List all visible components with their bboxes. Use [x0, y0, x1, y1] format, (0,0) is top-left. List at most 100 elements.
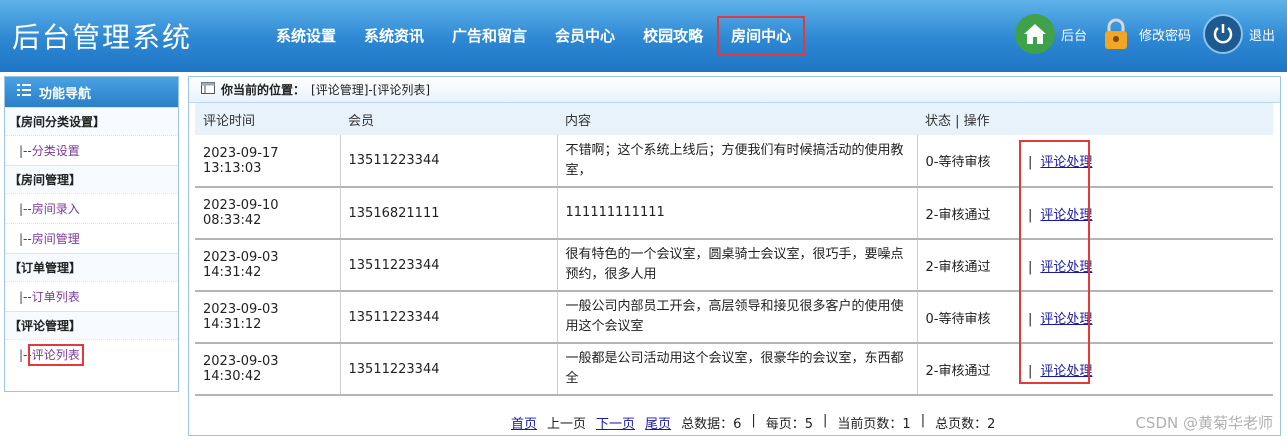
header-content: 内容 — [557, 103, 917, 135]
separator: | — [1028, 311, 1033, 327]
logout-label: 退出 — [1248, 28, 1275, 44]
top-nav: 系统设置 系统资讯 广告和留言 会员中心 校园攻略 房间中心 — [262, 16, 806, 56]
sidebar-item-label[interactable]: 分类设置 — [32, 144, 80, 158]
nav-system-settings[interactable]: 系统设置 — [262, 16, 350, 56]
comment-time: 2023-09-03 14:30:42 — [195, 343, 340, 396]
sidebar-item-comment-list[interactable]: |--评论列表 — [5, 339, 178, 369]
group-title-comment-management: 【评论管理】 — [5, 311, 178, 339]
home-button[interactable]: 后台 — [1014, 14, 1087, 54]
header-bar: 后台管理系统 系统设置 系统资讯 广告和留言 会员中心 校园攻略 房间中心 后台… — [0, 0, 1287, 72]
comment-date: 2023-09-17 — [203, 145, 279, 161]
comment-clock: 08:33:42 — [203, 213, 262, 228]
last-page-link[interactable]: 尾页 — [645, 413, 671, 432]
separator: | — [1028, 155, 1033, 170]
lock-icon — [1099, 14, 1133, 54]
table-header-row: 评论时间 会员 内容 状态 | 操作 — [195, 103, 1273, 135]
per-page: 每页：5 — [765, 417, 814, 432]
group-title-order-management: 【订单管理】 — [5, 253, 178, 281]
home-icon — [1014, 14, 1055, 54]
total-pages: 总页数：2 — [935, 417, 996, 432]
action-cell: | 评论处理 — [1012, 187, 1273, 240]
sidebar-item-room-entry[interactable]: |--房间录入 — [5, 193, 178, 223]
prev-page-text: 上一页 — [547, 417, 587, 432]
comment-time: 2023-09-10 08:33:42 — [195, 187, 340, 240]
comment-content: 111111111111 — [556, 187, 917, 240]
header-comment-time: 评论时间 — [195, 103, 340, 135]
header-member: 会员 — [340, 103, 557, 135]
comment-date: 2023-09-10 — [203, 198, 279, 213]
header-tools: 后台 修改密码 退出 — [1014, 14, 1275, 54]
status-cell: 0-等待审核 — [916, 291, 1012, 344]
sidebar-header: 功能导航 — [5, 77, 178, 107]
status-cell: 2-审核通过 — [916, 187, 1012, 240]
member-phone: 13511223344 — [339, 291, 557, 344]
sidebar: 功能导航 【房间分类设置】 |--分类设置 【房间管理】 |--房间录入 |--… — [4, 76, 179, 392]
comment-clock: 14:31:42 — [203, 265, 262, 280]
comment-time: 2023-09-03 14:31:12 — [195, 291, 340, 344]
status-cell: 0-等待审核 — [916, 135, 1012, 188]
breadcrumb-label: 你当前的位置： — [221, 83, 306, 97]
sidebar-item-label[interactable]: 评论列表 — [27, 344, 84, 366]
main-panel: 你当前的位置： [评论管理]-[评论列表] 评论时间 会员 内容 状态 | 操作… — [188, 76, 1281, 436]
separator: | — [1028, 259, 1033, 275]
action-cell: | 评论处理 — [1012, 135, 1273, 188]
member-phone: 13511223344 — [339, 343, 557, 396]
status-cell: 2-审核通过 — [916, 343, 1012, 396]
sidebar-item-prefix: |-- — [19, 290, 32, 304]
header-status-action: 状态 | 操作 — [917, 103, 1273, 135]
nav-member-center[interactable]: 会员中心 — [541, 16, 629, 56]
nav-ads-messages[interactable]: 广告和留言 — [438, 16, 541, 56]
comment-table: 评论时间 会员 内容 状态 | 操作 2023-09-17 13:13:03 13… — [195, 103, 1273, 396]
sidebar-item-label[interactable]: 房间录入 — [32, 202, 80, 216]
sidebar-item-label[interactable]: 房间管理 — [32, 232, 80, 246]
watermark: CSDN @黄菊华老师 — [1135, 414, 1273, 432]
action-cell: | 评论处理 — [1012, 343, 1273, 396]
next-page-link[interactable]: 下一页 — [596, 413, 635, 432]
comment-time: 2023-09-03 14:31:42 — [195, 239, 340, 292]
comment-content: 不错啊；这个系统上线后；方便我们有时候搞活动的使用教室， — [556, 135, 917, 188]
pager-divider: | — [823, 413, 828, 428]
comment-clock: 14:30:42 — [203, 369, 262, 384]
app-title: 后台管理系统 — [12, 21, 193, 54]
sidebar-item-room-manage[interactable]: |--房间管理 — [5, 223, 178, 253]
process-comment-link[interactable]: 评论处理 — [1040, 260, 1092, 275]
member-phone: 13511223344 — [339, 135, 557, 188]
status-cell: 2-审核通过 — [916, 239, 1012, 292]
home-label: 后台 — [1060, 28, 1087, 44]
pager-divider: | — [920, 413, 926, 428]
change-password-button[interactable]: 修改密码 — [1099, 14, 1191, 54]
first-page-link[interactable]: 首页 — [511, 413, 537, 432]
process-comment-link[interactable]: 评论处理 — [1040, 312, 1092, 327]
group-title-room-management: 【房间管理】 — [5, 165, 178, 193]
sidebar-item-prefix: |-- — [19, 232, 32, 246]
comment-date: 2023-09-03 — [203, 302, 279, 317]
table-row: 2023-09-03 14:31:42 13511223344 很有特色的一个会议… — [195, 239, 1273, 292]
process-comment-link[interactable]: 评论处理 — [1040, 364, 1092, 379]
comment-time: 2023-09-17 13:13:03 — [195, 135, 340, 188]
comment-clock: 14:31:12 — [203, 317, 262, 332]
sidebar-item-label[interactable]: 订单列表 — [32, 290, 80, 304]
nav-system-news[interactable]: 系统资讯 — [350, 16, 438, 56]
nav-room-center[interactable]: 房间中心 — [717, 16, 806, 56]
sidebar-item-category-settings[interactable]: |--分类设置 — [5, 135, 178, 165]
window-icon — [201, 82, 215, 97]
process-comment-link[interactable]: 评论处理 — [1040, 155, 1092, 170]
logout-button[interactable]: 退出 — [1202, 14, 1275, 54]
group-title-room-category: 【房间分类设置】 — [5, 107, 178, 135]
power-icon — [1202, 14, 1243, 54]
table-row: 2023-09-03 14:31:12 13511223344 一般公司内部员工开… — [195, 291, 1273, 344]
pager-divider: | — [751, 413, 756, 428]
process-comment-link[interactable]: 评论处理 — [1040, 208, 1092, 223]
separator: | — [1028, 363, 1033, 379]
nav-campus-guide[interactable]: 校园攻略 — [629, 16, 717, 56]
comment-clock: 13:13:03 — [203, 160, 262, 176]
member-phone: 13511223344 — [339, 239, 557, 292]
sidebar-item-order-list[interactable]: |--订单列表 — [5, 281, 178, 311]
separator: | — [1028, 207, 1033, 223]
action-cell: | 评论处理 — [1012, 239, 1273, 292]
comment-content: 一般公司内部员工开会，高层领导和接见很多客户的使用使用这个会议室 — [556, 291, 917, 344]
change-password-label: 修改密码 — [1138, 28, 1191, 44]
table-row: 2023-09-03 14:30:42 13511223344 一般都是公司活动用… — [195, 343, 1273, 396]
breadcrumb: 你当前的位置： [评论管理]-[评论列表] — [189, 77, 1280, 103]
table-row: 2023-09-10 08:33:42 13516821111 111111111… — [195, 187, 1273, 240]
